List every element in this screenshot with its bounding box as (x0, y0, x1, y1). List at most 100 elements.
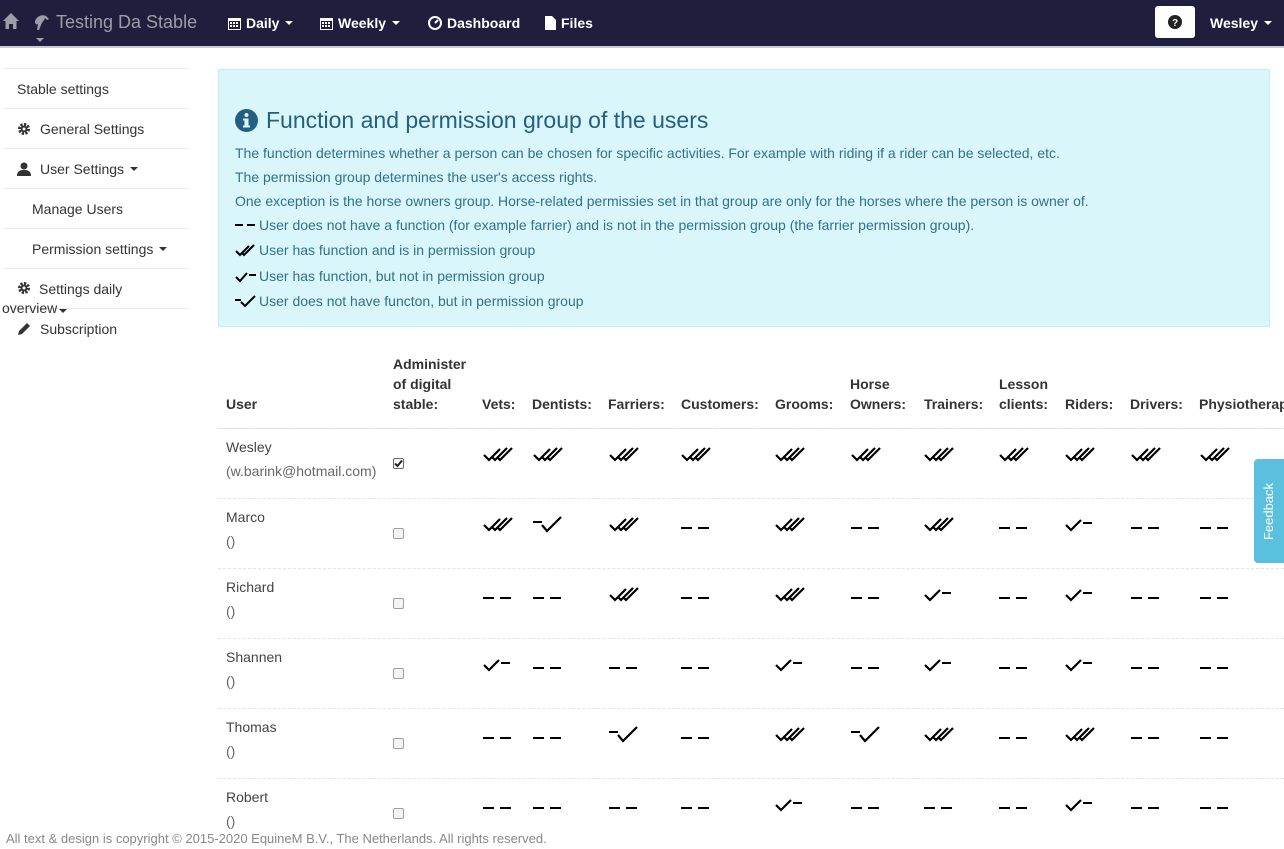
admin-checkbox[interactable] (393, 668, 404, 679)
sidebar: Stable settings General Settings User Se… (2, 68, 188, 348)
permission-function-icon[interactable] (1065, 796, 1093, 815)
table-row: Marco () (218, 498, 1284, 569)
permission-function-icon[interactable] (1065, 656, 1093, 675)
user-menu[interactable]: Wesley (1210, 14, 1272, 32)
permission-none-icon[interactable] (1200, 591, 1228, 608)
column-header-8: Riders: (1065, 394, 1113, 414)
permission-none-icon[interactable] (1131, 521, 1159, 538)
permission-none-icon[interactable] (999, 661, 1027, 678)
admin-checkbox[interactable] (393, 528, 404, 539)
permission-function-icon[interactable] (775, 656, 803, 675)
home-icon[interactable] (2, 12, 20, 30)
legend-text: User has function, but not in permission… (259, 268, 545, 284)
permission-none-icon[interactable] (1131, 591, 1159, 608)
permission-function-icon[interactable] (483, 656, 511, 675)
permission-both-icon[interactable] (483, 446, 513, 465)
permission-both-icon[interactable] (924, 726, 954, 745)
column-header-1: Dentists: (532, 394, 592, 414)
permission-none-icon[interactable] (681, 731, 709, 748)
permission-none-icon[interactable] (533, 801, 561, 818)
permission-none-icon[interactable] (1200, 801, 1228, 818)
permission-none-icon[interactable] (609, 661, 637, 678)
permission-both-icon[interactable] (681, 446, 711, 465)
admin-checkbox[interactable] (393, 808, 404, 819)
permission-none-icon[interactable] (999, 591, 1027, 608)
column-header-0: Vets: (482, 394, 515, 414)
permission-both-icon[interactable] (533, 446, 563, 465)
permission-none-icon[interactable] (681, 801, 709, 818)
permission-none-icon[interactable] (1200, 731, 1228, 748)
permission-none-icon[interactable] (1131, 801, 1159, 818)
permission-both-icon[interactable] (851, 446, 881, 465)
permission-function-icon[interactable] (924, 586, 952, 605)
permission-both-icon[interactable] (609, 586, 639, 605)
permission-none-icon[interactable] (681, 591, 709, 608)
permission-both-icon[interactable] (775, 446, 805, 465)
nav-daily[interactable]: Daily (228, 14, 294, 32)
permission-none-icon[interactable] (483, 731, 511, 748)
permission-both-icon[interactable] (1200, 446, 1230, 465)
admin-checkbox[interactable] (393, 738, 404, 749)
permission-both-icon[interactable] (775, 516, 805, 535)
permission-function-icon[interactable] (775, 796, 803, 815)
feedback-tab[interactable]: Feedback (1254, 459, 1284, 563)
permission-none-icon[interactable] (681, 521, 709, 538)
sidebar-item-manage-users[interactable]: Manage Users (2, 188, 188, 228)
legend-both: User has function and is in permission g… (235, 242, 535, 258)
permission-none-icon[interactable] (533, 591, 561, 608)
permission-none-icon[interactable] (483, 591, 511, 608)
help-button[interactable]: ? (1155, 6, 1195, 38)
permission-function-icon[interactable] (924, 656, 952, 675)
permission-none-icon[interactable] (999, 731, 1027, 748)
permission-both-icon[interactable] (609, 516, 639, 535)
permission-none-icon[interactable] (1200, 521, 1228, 538)
permission-both-icon[interactable] (483, 516, 513, 535)
legend-text: User has function and is in permission g… (259, 242, 536, 258)
permission-permission-icon[interactable] (533, 516, 563, 537)
permission-both-icon[interactable] (1065, 446, 1095, 465)
permission-both-icon[interactable] (924, 446, 954, 465)
nav-dashboard[interactable]: Dashboard (428, 14, 520, 32)
nav-weekly[interactable]: Weekly (320, 14, 400, 32)
brand[interactable]: Testing Da Stable (32, 10, 197, 34)
permission-permission-icon[interactable] (609, 726, 639, 747)
permission-none-icon[interactable] (533, 731, 561, 748)
permission-permission-icon[interactable] (851, 726, 881, 747)
permission-none-icon[interactable] (483, 801, 511, 818)
permission-both-icon[interactable] (609, 446, 639, 465)
top-navbar: Testing Da Stable Daily Weekly Dashboard… (0, 0, 1284, 48)
permission-none-icon[interactable] (533, 661, 561, 678)
permission-function-icon[interactable] (1065, 516, 1093, 535)
permission-none-icon[interactable] (1131, 731, 1159, 748)
permission-both-icon[interactable] (1065, 726, 1095, 745)
permission-none-icon[interactable] (924, 801, 952, 818)
admin-checkbox[interactable] (393, 598, 404, 609)
permission-none-icon[interactable] (851, 521, 879, 538)
permission-none-icon[interactable] (999, 521, 1027, 538)
permission-both-icon[interactable] (999, 446, 1029, 465)
permission-none-icon[interactable] (681, 661, 709, 678)
nav-files[interactable]: Files (545, 14, 593, 32)
permission-none-icon[interactable] (609, 801, 637, 818)
sidebar-item-label: Manage Users (32, 200, 124, 217)
sidebar-item-stable-settings[interactable]: Stable settings (2, 68, 188, 108)
sidebar-item-user-settings[interactable]: User Settings (2, 148, 188, 188)
user-email: () (226, 533, 236, 549)
permission-none-icon[interactable] (1131, 661, 1159, 678)
brand-caret-icon[interactable] (36, 38, 44, 42)
sidebar-item-permission-settings[interactable]: Permission settings (2, 228, 188, 268)
permission-none-icon[interactable] (851, 661, 879, 678)
permission-none-icon[interactable] (851, 591, 879, 608)
admin-checkbox[interactable] (393, 458, 404, 469)
info-title-text: Function and permission group of the use… (266, 107, 709, 133)
permission-both-icon[interactable] (775, 726, 805, 745)
permission-none-icon[interactable] (851, 801, 879, 818)
permission-both-icon[interactable] (775, 586, 805, 605)
permission-none-icon[interactable] (999, 801, 1027, 818)
permission-none-icon[interactable] (1200, 661, 1228, 678)
permission-both-icon[interactable] (1131, 446, 1161, 465)
permission-function-icon[interactable] (1065, 586, 1093, 605)
permission-both-icon[interactable] (924, 516, 954, 535)
sidebar-item-settings-daily-overview[interactable]: Settings daily overview (2, 268, 188, 316)
sidebar-item-general-settings[interactable]: General Settings (2, 108, 188, 148)
